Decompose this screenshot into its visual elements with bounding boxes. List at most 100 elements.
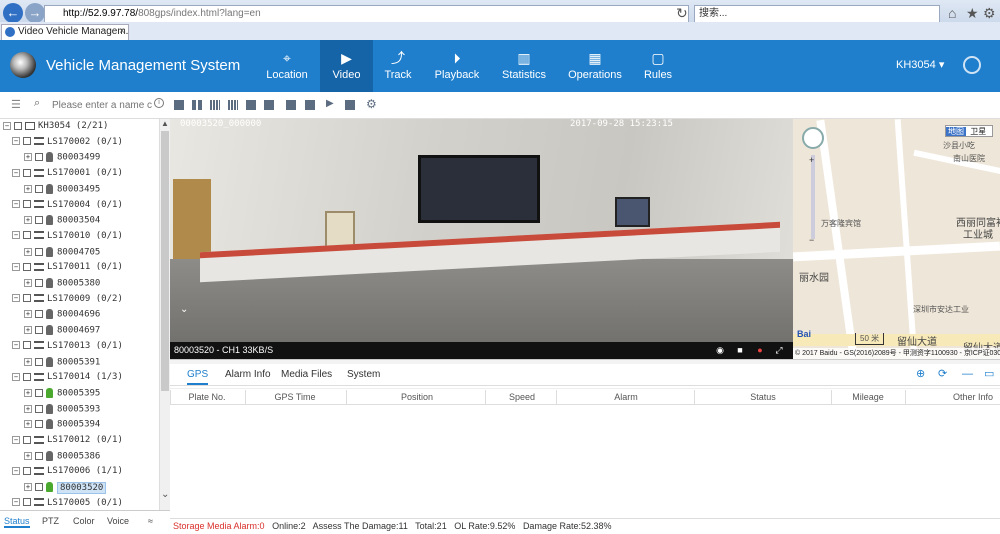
shrink-icon[interactable] bbox=[305, 100, 315, 110]
tree-root[interactable]: − KH3054 (2/21) bbox=[0, 121, 108, 136]
tree-group[interactable]: − LS170006 (1/1) bbox=[0, 466, 123, 481]
tree-group[interactable]: − LS170014 (1/3) bbox=[0, 372, 123, 387]
checkbox[interactable] bbox=[35, 279, 43, 287]
tab-alarm-info[interactable]: Alarm Info bbox=[225, 369, 271, 380]
collapse-icon[interactable]: − bbox=[12, 262, 20, 271]
expand-icon[interactable]: + bbox=[24, 216, 32, 225]
tree-device[interactable]: +80004697 bbox=[0, 325, 100, 340]
expand-icon[interactable]: + bbox=[24, 420, 32, 429]
back-icon[interactable]: ← bbox=[3, 3, 23, 23]
gear-icon[interactable]: ⚙ bbox=[366, 97, 377, 111]
tree-group[interactable]: − LS170005 (0/1) bbox=[0, 498, 123, 510]
user-menu[interactable]: KH3054 ▾ bbox=[896, 58, 944, 71]
checkbox[interactable] bbox=[23, 498, 31, 507]
close-tab-icon[interactable]: × bbox=[119, 25, 125, 39]
checkbox[interactable] bbox=[23, 168, 31, 177]
tab-gps[interactable]: GPS bbox=[187, 369, 209, 385]
checkbox[interactable] bbox=[35, 357, 43, 366]
tree-group[interactable]: − LS170013 (0/1) bbox=[0, 341, 123, 356]
chevron-down-icon[interactable]: ⌄ bbox=[180, 304, 188, 315]
left-tab-status[interactable]: Status bbox=[4, 516, 30, 528]
expand-icon[interactable]: + bbox=[24, 326, 32, 335]
tree-device[interactable]: +80004696 bbox=[0, 309, 100, 324]
expand-icon[interactable]: + bbox=[24, 247, 32, 256]
column-header-gps-time[interactable]: GPS Time bbox=[265, 392, 325, 402]
tree-device[interactable]: +80003520 bbox=[0, 481, 107, 497]
refresh-icon[interactable]: ↻ bbox=[676, 5, 688, 21]
nav-operations[interactable]: ▦ Operations bbox=[561, 40, 629, 92]
tree-device[interactable]: +80005394 bbox=[0, 419, 100, 434]
scroll-up-icon[interactable]: ▲ bbox=[161, 119, 169, 128]
tree-group[interactable]: − LS170011 (0/1) bbox=[0, 262, 123, 277]
expand-icon[interactable]: + bbox=[24, 279, 32, 287]
collapse-icon[interactable]: − bbox=[12, 200, 20, 208]
tree-group[interactable]: − LS170001 (0/1) bbox=[0, 168, 123, 183]
checkbox[interactable] bbox=[35, 483, 43, 492]
checkbox[interactable] bbox=[35, 326, 43, 335]
checkbox[interactable] bbox=[14, 121, 22, 130]
tree-device[interactable]: +80005391 bbox=[0, 356, 100, 372]
expand-icon[interactable]: ⤢ bbox=[774, 345, 784, 355]
fullscreen-icon[interactable] bbox=[264, 100, 274, 110]
collapse-icon[interactable]: − bbox=[12, 294, 20, 303]
stop-video-icon[interactable]: ■ bbox=[735, 345, 745, 355]
settings-gear-icon[interactable]: ⚙ bbox=[983, 5, 996, 21]
collapse-icon[interactable]: − bbox=[12, 498, 20, 507]
tree-scrollbar[interactable]: ▲ ⌄ bbox=[159, 119, 170, 510]
checkbox[interactable] bbox=[35, 388, 43, 397]
locate-icon[interactable]: ⊕ bbox=[916, 369, 927, 380]
record-icon[interactable]: ● bbox=[755, 345, 765, 355]
nav-video[interactable]: ▶ Video bbox=[320, 40, 373, 92]
checkbox[interactable] bbox=[23, 435, 31, 444]
layout-more-icon[interactable] bbox=[286, 100, 296, 110]
collapse-icon[interactable]: − bbox=[12, 466, 20, 475]
tab-system[interactable]: System bbox=[347, 369, 380, 380]
minimize-icon[interactable]: — bbox=[962, 369, 973, 380]
tree-device[interactable]: +80003495 bbox=[0, 183, 100, 199]
video-player[interactable]: 00003520_000000 2017-09-28 15:23:15 ⌄ 80… bbox=[170, 119, 793, 359]
column-header-status[interactable]: Status bbox=[733, 392, 793, 402]
collapse-icon[interactable]: − bbox=[12, 231, 20, 240]
tree-group[interactable]: − LS170012 (0/1) bbox=[0, 435, 123, 450]
map-type-satellite[interactable]: 卫星 bbox=[968, 127, 988, 136]
expand-icon[interactable]: + bbox=[24, 184, 32, 193]
tree-group[interactable]: − LS170010 (0/1) bbox=[0, 231, 123, 246]
zoom-in-icon[interactable]: + bbox=[809, 155, 814, 165]
browser-search-input[interactable]: 搜索... bbox=[694, 5, 940, 23]
map-type-map[interactable]: 地图 bbox=[946, 127, 966, 136]
column-header-plate-no[interactable]: Plate No. bbox=[177, 392, 237, 402]
list-icon[interactable]: ☰ bbox=[11, 98, 21, 111]
map-zoom-slider[interactable] bbox=[811, 155, 815, 239]
nav-rules[interactable]: ▢ Rules bbox=[636, 40, 680, 92]
zoom-out-icon[interactable]: − bbox=[809, 235, 814, 245]
collapse-icon[interactable]: − bbox=[3, 121, 11, 130]
favorites-icon[interactable]: ★ bbox=[966, 5, 979, 21]
refresh-list-icon[interactable]: ⟳ bbox=[938, 369, 949, 380]
collapse-up-icon[interactable]: ≈ bbox=[148, 516, 153, 526]
checkbox[interactable] bbox=[35, 420, 43, 429]
collapse-icon[interactable]: − bbox=[12, 168, 20, 177]
checkbox[interactable] bbox=[35, 247, 43, 256]
tree-device[interactable]: +80005393 bbox=[0, 403, 100, 419]
tree-group[interactable]: − LS170004 (0/1) bbox=[0, 200, 123, 215]
column-header-position[interactable]: Position bbox=[387, 392, 447, 402]
expand-icon[interactable]: + bbox=[24, 153, 32, 162]
home-icon[interactable]: ⌂ bbox=[948, 5, 956, 21]
nav-playback[interactable]: ⏵ Playback bbox=[425, 40, 489, 92]
checkbox[interactable] bbox=[23, 341, 31, 350]
column-header-mileage[interactable]: Mileage bbox=[838, 392, 898, 402]
checkbox[interactable] bbox=[35, 451, 43, 460]
checkbox[interactable] bbox=[35, 184, 43, 193]
expand-icon[interactable]: + bbox=[24, 404, 32, 413]
tree-scrollbar-thumb[interactable] bbox=[161, 131, 169, 391]
power-icon[interactable] bbox=[963, 56, 981, 74]
browser-tab[interactable]: Video Vehicle Managem... × bbox=[1, 24, 129, 40]
tree-device[interactable]: +80003499 bbox=[0, 152, 100, 167]
checkbox[interactable] bbox=[23, 372, 31, 381]
expand-icon[interactable]: + bbox=[24, 357, 32, 366]
scroll-down-icon[interactable]: ⌄ bbox=[161, 489, 169, 500]
layout-1-icon[interactable] bbox=[174, 100, 184, 110]
expand-icon[interactable]: + bbox=[24, 310, 32, 319]
layout-16-icon[interactable] bbox=[228, 100, 238, 110]
tree-device[interactable]: +80005386 bbox=[0, 450, 100, 466]
